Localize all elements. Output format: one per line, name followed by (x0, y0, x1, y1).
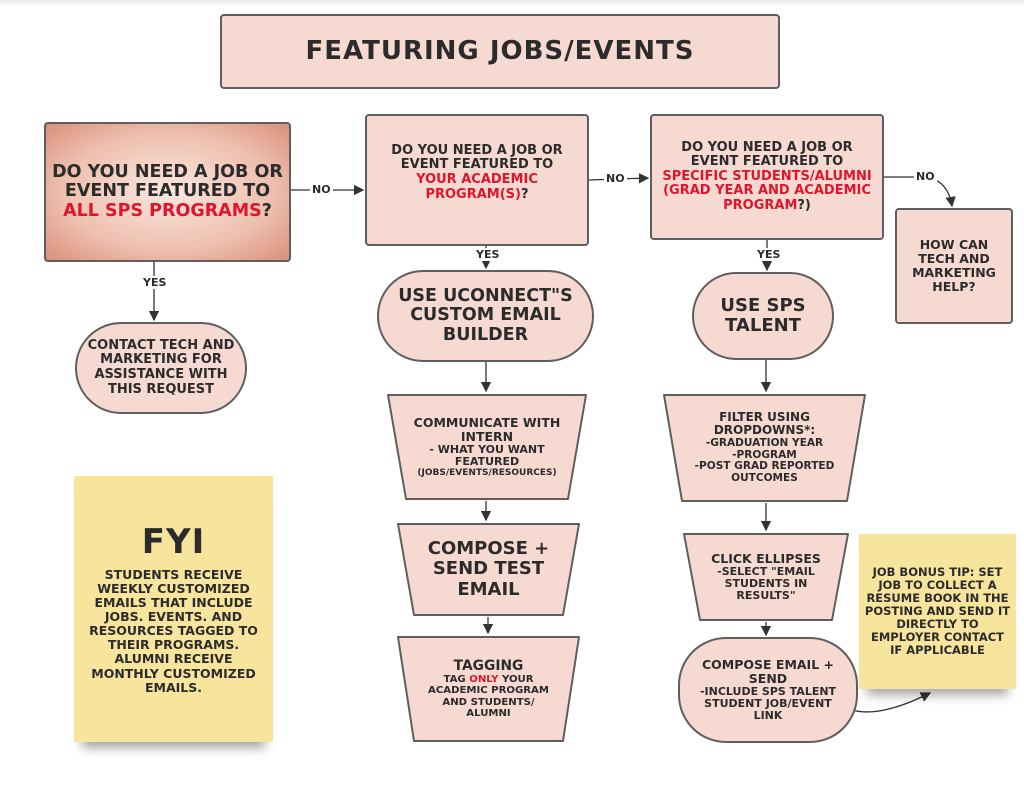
question-highlight: SPECIFIC STUDENTS/ALUMNI (GRAD YEAR AND … (662, 168, 872, 213)
step-sub: - WHAT YOU WANT FEATURED (429, 442, 545, 468)
step-title: FILTER USING DROPDOWNS*: (713, 409, 816, 438)
step-title: CLICK ELLIPSES (711, 550, 821, 566)
step-sub: -INCLUDE SPS TALENT STUDENT JOB/EVENT LI… (699, 684, 837, 723)
step-sub: -SELECT "EMAIL STUDENTS IN RESULTS" (717, 564, 815, 603)
arrow-c4-tip (851, 692, 932, 713)
step-text: COMPOSE + SEND TEST EMAIL (427, 538, 550, 600)
use-sps-talent: USE SPS TALENT (692, 272, 834, 360)
title-text: FEATURING JOBS/EVENTS (305, 35, 695, 66)
step-text: TAGGING TAG ONLY YOUR ACADEMIC PROGRAM A… (396, 657, 581, 720)
question-mark: ? (520, 186, 529, 202)
step-text: CLICK ELLIPSES -SELECT "EMAIL STUDENTS I… (682, 550, 850, 603)
step-text: USE UCONNECT"S CUSTOM EMAIL BUILDER (398, 285, 573, 345)
step-text: COMMUNICATE WITH INTERN - WHAT YOU WANT … (386, 414, 588, 479)
question-text: DO YOU NEED A JOB OR EVENT FEATURED TO (52, 161, 283, 202)
step-title: COMPOSE EMAIL + SEND (701, 656, 834, 686)
filter-item: -GRADUATION YEAR (705, 436, 824, 449)
click-ellipses: CLICK ELLIPSES -SELECT "EMAIL STUDENTS I… (682, 532, 850, 622)
step-title: COMMUNICATE WITH INTERN (413, 414, 561, 444)
decision-specific-students: DO YOU NEED A JOB OR EVENT FEATURED TO S… (650, 114, 884, 240)
step-text: FILTER USING DROPDOWNS*: -GRADUATION YEA… (662, 409, 867, 485)
question-text: DO YOU NEED A JOB OR EVENT FEATURED TO (391, 142, 563, 173)
fyi-body: STUDENTS RECEIVE WEEKLY CUSTOMIZED EMAIL… (89, 566, 258, 695)
page-title: FEATURING JOBS/EVENTS (220, 14, 780, 89)
help-text: HOW CAN TECH AND MARKETING HELP? (912, 237, 996, 294)
decision-text: DO YOU NEED A JOB OR EVENT FEATURED TO S… (652, 139, 882, 214)
decision-text: DO YOU NEED A JOB OR EVENT FEATURED TO Y… (367, 142, 587, 202)
communicate-with-intern: COMMUNICATE WITH INTERN - WHAT YOU WANT … (386, 393, 588, 501)
tag-pre: TAG (443, 674, 470, 686)
question-text: DO YOU NEED A JOB OR EVENT FEATURED TO (681, 139, 853, 170)
decision-text: DO YOU NEED A JOB OR EVENT FEATURED TO A… (46, 161, 289, 222)
action-text: CONTACT TECH AND MARKETING FOR ASSISTANC… (87, 337, 235, 397)
question-highlight: YOUR ACADEMIC PROGRAM(S) (416, 172, 538, 202)
label-yes-3: YES (755, 248, 783, 261)
label-yes-2: YES (474, 248, 502, 261)
fyi-heading: FYI (141, 522, 206, 563)
tag-highlight: ONLY (469, 674, 499, 686)
contact-tech-marketing: CONTACT TECH AND MARKETING FOR ASSISTANC… (75, 322, 247, 414)
label-no-2: NO (604, 172, 627, 185)
tip-text: JOB BONUS TIP: SET JOB TO COLLECT A RESU… (864, 565, 1011, 657)
compose-email-send: COMPOSE EMAIL + SEND -INCLUDE SPS TALENT… (678, 637, 858, 743)
filter-using-dropdowns: FILTER USING DROPDOWNS*: -GRADUATION YEA… (662, 393, 867, 503)
help-box: HOW CAN TECH AND MARKETING HELP? (895, 208, 1013, 324)
step-sub: TAG ONLY YOUR ACADEMIC PROGRAM AND STUDE… (424, 674, 553, 719)
use-uconnect-builder: USE UCONNECT"S CUSTOM EMAIL BUILDER (377, 270, 594, 362)
decision-all-programs: DO YOU NEED A JOB OR EVENT FEATURED TO A… (44, 122, 291, 262)
label-no-1: NO (310, 183, 333, 196)
filter-item: -POST GRAD REPORTED OUTCOMES (694, 460, 835, 485)
question-highlight: ALL SPS PROGRAMS (63, 200, 262, 221)
step-title: TAGGING (453, 657, 524, 674)
label-yes-1: YES (141, 276, 169, 289)
tagging-step: TAGGING TAG ONLY YOUR ACADEMIC PROGRAM A… (396, 635, 581, 743)
question-mark: ? (261, 200, 272, 221)
question-mark: ?) (797, 197, 811, 213)
top-shadow (0, 0, 1024, 6)
step-text: USE SPS TALENT (720, 294, 806, 336)
decision-academic-programs: DO YOU NEED A JOB OR EVENT FEATURED TO Y… (365, 114, 589, 246)
bonus-tip-note: JOB BONUS TIP: SET JOB TO COLLECT A RESU… (859, 534, 1016, 689)
step-small: (JOBS/EVENTS/RESOURCES) (417, 468, 557, 479)
compose-send-test-email: COMPOSE + SEND TEST EMAIL (396, 522, 581, 617)
fyi-note: FYI STUDENTS RECEIVE WEEKLY CUSTOMIZED E… (74, 476, 273, 742)
label-no-3: NO (914, 170, 937, 183)
step-text: COMPOSE EMAIL + SEND -INCLUDE SPS TALENT… (680, 656, 856, 723)
